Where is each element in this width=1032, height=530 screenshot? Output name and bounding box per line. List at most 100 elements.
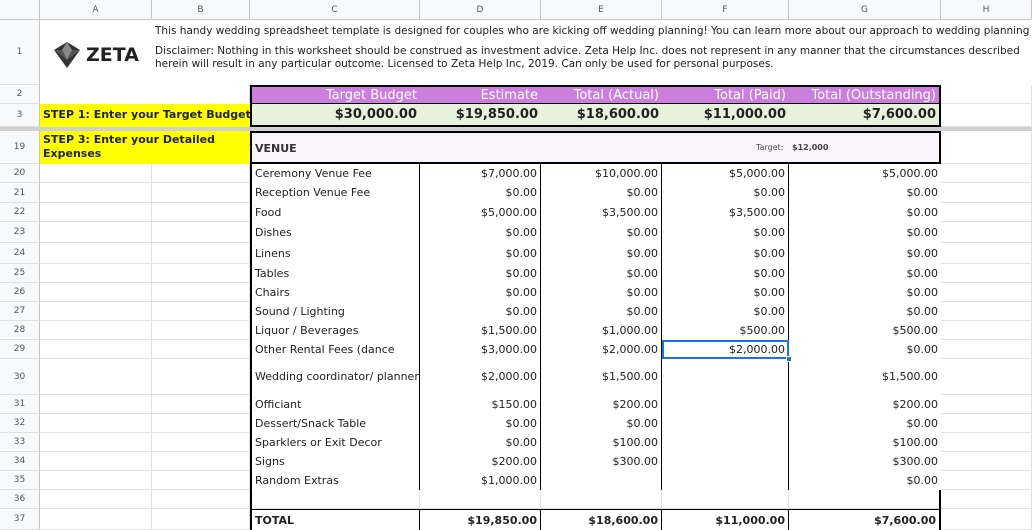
item-paid[interactable]	[662, 471, 789, 490]
row-header[interactable]: 24	[0, 243, 40, 264]
grid-cell[interactable]	[40, 243, 152, 264]
grid-cell[interactable]	[40, 164, 152, 183]
step1-label[interactable]: STEP 1: Enter your Target Budget	[40, 104, 250, 127]
item-actual[interactable]: $300.00	[541, 452, 662, 471]
grid-cell[interactable]	[152, 183, 250, 203]
column-header-b[interactable]: B	[152, 0, 250, 20]
grid-cell[interactable]	[152, 302, 250, 321]
item-estimate[interactable]: $7,000.00	[420, 164, 541, 183]
item-outstanding[interactable]: $500.00	[789, 321, 941, 340]
item-actual[interactable]: $200.00	[541, 395, 662, 414]
grid-cell[interactable]	[941, 203, 1032, 222]
row-header[interactable]: 35	[0, 471, 40, 490]
item-name[interactable]: Reception Venue Fee	[250, 183, 420, 203]
grid-cell[interactable]	[152, 203, 250, 222]
grid-cell[interactable]	[789, 490, 941, 509]
grid-cell[interactable]	[40, 490, 152, 509]
grid-cell[interactable]	[662, 490, 789, 509]
total-paid[interactable]: $11,000.00	[662, 509, 789, 530]
grid-cell[interactable]	[40, 302, 152, 321]
item-estimate[interactable]: $2,000.00	[420, 359, 541, 395]
item-outstanding[interactable]: $0.00	[789, 243, 941, 264]
grid-cell[interactable]	[541, 490, 662, 509]
column-header-a[interactable]: A	[40, 0, 152, 20]
item-estimate[interactable]: $1,500.00	[420, 321, 541, 340]
grid-cell[interactable]	[941, 183, 1032, 203]
item-outstanding[interactable]: $0.00	[789, 471, 941, 490]
item-name[interactable]: Chairs	[250, 283, 420, 302]
item-name[interactable]: Random Extras	[250, 471, 420, 490]
grid-cell[interactable]	[152, 471, 250, 490]
grid-cell[interactable]	[152, 264, 250, 283]
row-header[interactable]: 19	[0, 131, 40, 164]
item-actual[interactable]	[541, 471, 662, 490]
item-estimate[interactable]: $0.00	[420, 414, 541, 433]
grid-cell[interactable]	[941, 490, 1032, 509]
item-outstanding[interactable]: $200.00	[789, 395, 941, 414]
summary-header-1[interactable]: Estimate	[420, 85, 541, 104]
column-header-d[interactable]: D	[420, 0, 541, 20]
item-estimate[interactable]: $1,000.00	[420, 471, 541, 490]
item-outstanding[interactable]: $0.00	[789, 264, 941, 283]
column-header-c[interactable]: C	[250, 0, 420, 20]
summary-value-1[interactable]: $19,850.00	[420, 104, 541, 127]
column-header-f[interactable]: F	[662, 0, 789, 20]
grid-cell[interactable]	[152, 359, 250, 395]
item-actual[interactable]: $0.00	[541, 414, 662, 433]
item-name[interactable]: Food	[250, 203, 420, 222]
grid-cell[interactable]	[40, 222, 152, 243]
fill-handle[interactable]	[786, 356, 792, 362]
item-actual[interactable]: $0.00	[541, 302, 662, 321]
grid-cell[interactable]	[40, 433, 152, 452]
total-outstanding[interactable]: $7,600.00	[789, 509, 941, 530]
row-header[interactable]: 3	[0, 104, 40, 127]
grid-cell[interactable]	[40, 183, 152, 203]
grid-cell[interactable]	[40, 340, 152, 359]
row-header[interactable]: 29	[0, 340, 40, 359]
grid-cell[interactable]	[40, 414, 152, 433]
grid-cell[interactable]	[941, 264, 1032, 283]
grid-cell[interactable]	[40, 471, 152, 490]
item-outstanding[interactable]: $0.00	[789, 183, 941, 203]
item-actual[interactable]: $0.00	[541, 183, 662, 203]
row-header[interactable]: 2	[0, 85, 40, 104]
item-name[interactable]: Sparklers or Exit Decor	[250, 433, 420, 452]
row-header[interactable]: 21	[0, 183, 40, 203]
item-paid[interactable]	[662, 452, 789, 471]
row-header[interactable]: 27	[0, 302, 40, 321]
item-outstanding[interactable]: $0.00	[789, 340, 941, 359]
row-header[interactable]: 37	[0, 509, 40, 530]
item-outstanding[interactable]: $1,500.00	[789, 359, 941, 395]
grid-cell[interactable]	[941, 471, 1032, 490]
item-paid[interactable]: $0.00	[662, 283, 789, 302]
item-paid[interactable]: $0.00	[662, 243, 789, 264]
item-paid[interactable]: $0.00	[662, 302, 789, 321]
item-name[interactable]: Other Rental Fees (dance floor, tents, e…	[250, 340, 420, 370]
item-paid[interactable]	[662, 414, 789, 433]
grid-cell[interactable]	[941, 433, 1032, 452]
item-outstanding[interactable]: $100.00	[789, 433, 941, 452]
row-header[interactable]: 31	[0, 395, 40, 414]
item-estimate[interactable]: $150.00	[420, 395, 541, 414]
item-outstanding[interactable]: $0.00	[789, 414, 941, 433]
item-outstanding[interactable]: $0.00	[789, 283, 941, 302]
grid-cell[interactable]	[250, 490, 420, 509]
item-name[interactable]: Dessert/Snack Table	[250, 414, 420, 433]
item-paid[interactable]: $0.00	[662, 183, 789, 203]
summary-value-0[interactable]: $30,000.00	[250, 104, 420, 127]
grid-cell[interactable]	[941, 321, 1032, 340]
item-estimate[interactable]: $0.00	[420, 433, 541, 452]
summary-header-0[interactable]: Target Budget	[250, 85, 420, 104]
row-header[interactable]: 33	[0, 433, 40, 452]
row-header[interactable]: 20	[0, 164, 40, 183]
venue-title-bar[interactable]: VENUE Target: $12,000	[250, 131, 941, 164]
item-paid[interactable]: $0.00	[662, 264, 789, 283]
summary-value-2[interactable]: $18,600.00	[541, 104, 662, 127]
grid-cell[interactable]	[941, 243, 1032, 264]
item-actual[interactable]: $3,500.00	[541, 203, 662, 222]
item-outstanding[interactable]: $0.00	[789, 203, 941, 222]
grid-cell[interactable]	[941, 85, 1032, 104]
item-name[interactable]: Officiant	[250, 395, 420, 414]
row-header[interactable]: 23	[0, 222, 40, 243]
row-header[interactable]: 1	[0, 20, 40, 85]
